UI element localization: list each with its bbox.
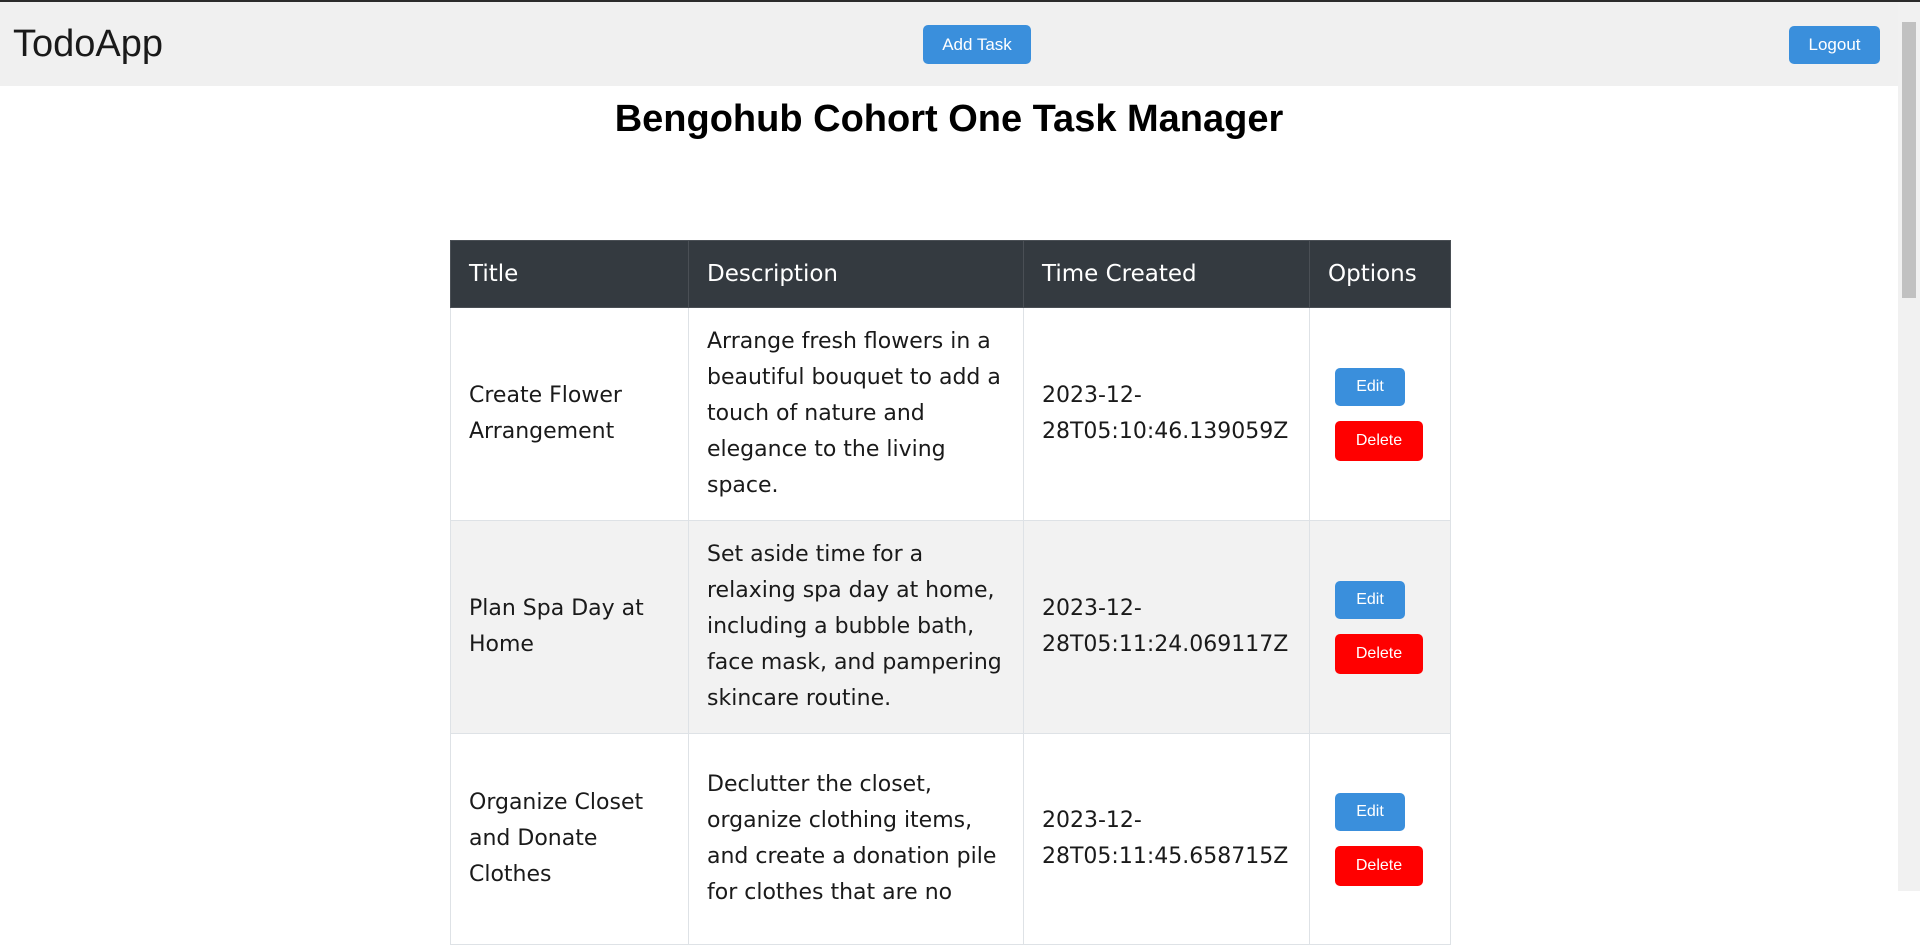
add-task-button[interactable]: Add Task <box>923 25 1031 64</box>
delete-button[interactable]: Delete <box>1335 420 1423 461</box>
header-title: Title <box>450 240 689 308</box>
edit-button[interactable]: Edit <box>1335 367 1405 406</box>
table-header: Title Description Time Created Options <box>450 240 1451 308</box>
delete-button[interactable]: Delete <box>1335 633 1423 674</box>
task-description: Declutter the closet, organize clothing … <box>688 733 1024 945</box>
scrollbar-thumb[interactable] <box>1902 22 1916 298</box>
edit-button[interactable]: Edit <box>1335 580 1405 619</box>
task-options: Edit Delete <box>1309 733 1451 945</box>
task-description: Arrange fresh flowers in a beautiful bou… <box>688 307 1024 521</box>
task-table: Title Description Time Created Options C… <box>450 240 1451 945</box>
header-time-created: Time Created <box>1023 240 1310 308</box>
task-time-created: 2023-12-28T05:11:24.069117Z <box>1023 520 1310 734</box>
task-description: Set aside time for a relaxing spa day at… <box>688 520 1024 734</box>
brand-logo[interactable]: TodoApp <box>13 22 163 66</box>
task-time-created: 2023-12-28T05:11:45.658715Z <box>1023 733 1310 945</box>
page-title: Bengohub Cohort One Task Manager <box>614 98 1284 140</box>
navbar: TodoApp Add Task Logout <box>0 2 1898 86</box>
task-title: Plan Spa Day at Home <box>450 520 689 734</box>
delete-button[interactable]: Delete <box>1335 845 1423 886</box>
task-time-created: 2023-12-28T05:10:46.139059Z <box>1023 307 1310 521</box>
table-row: Organize Closet and Donate Clothes Declu… <box>450 733 1451 945</box>
edit-button[interactable]: Edit <box>1335 792 1405 831</box>
logout-button[interactable]: Logout <box>1789 26 1880 64</box>
task-options: Edit Delete <box>1309 307 1451 521</box>
header-options: Options <box>1309 240 1451 308</box>
task-title: Organize Closet and Donate Clothes <box>450 733 689 945</box>
task-title: Create Flower Arrangement <box>450 307 689 521</box>
header-description: Description <box>688 240 1024 308</box>
table-row: Plan Spa Day at Home Set aside time for … <box>450 520 1451 734</box>
task-options: Edit Delete <box>1309 520 1451 734</box>
table-row: Create Flower Arrangement Arrange fresh … <box>450 307 1451 521</box>
